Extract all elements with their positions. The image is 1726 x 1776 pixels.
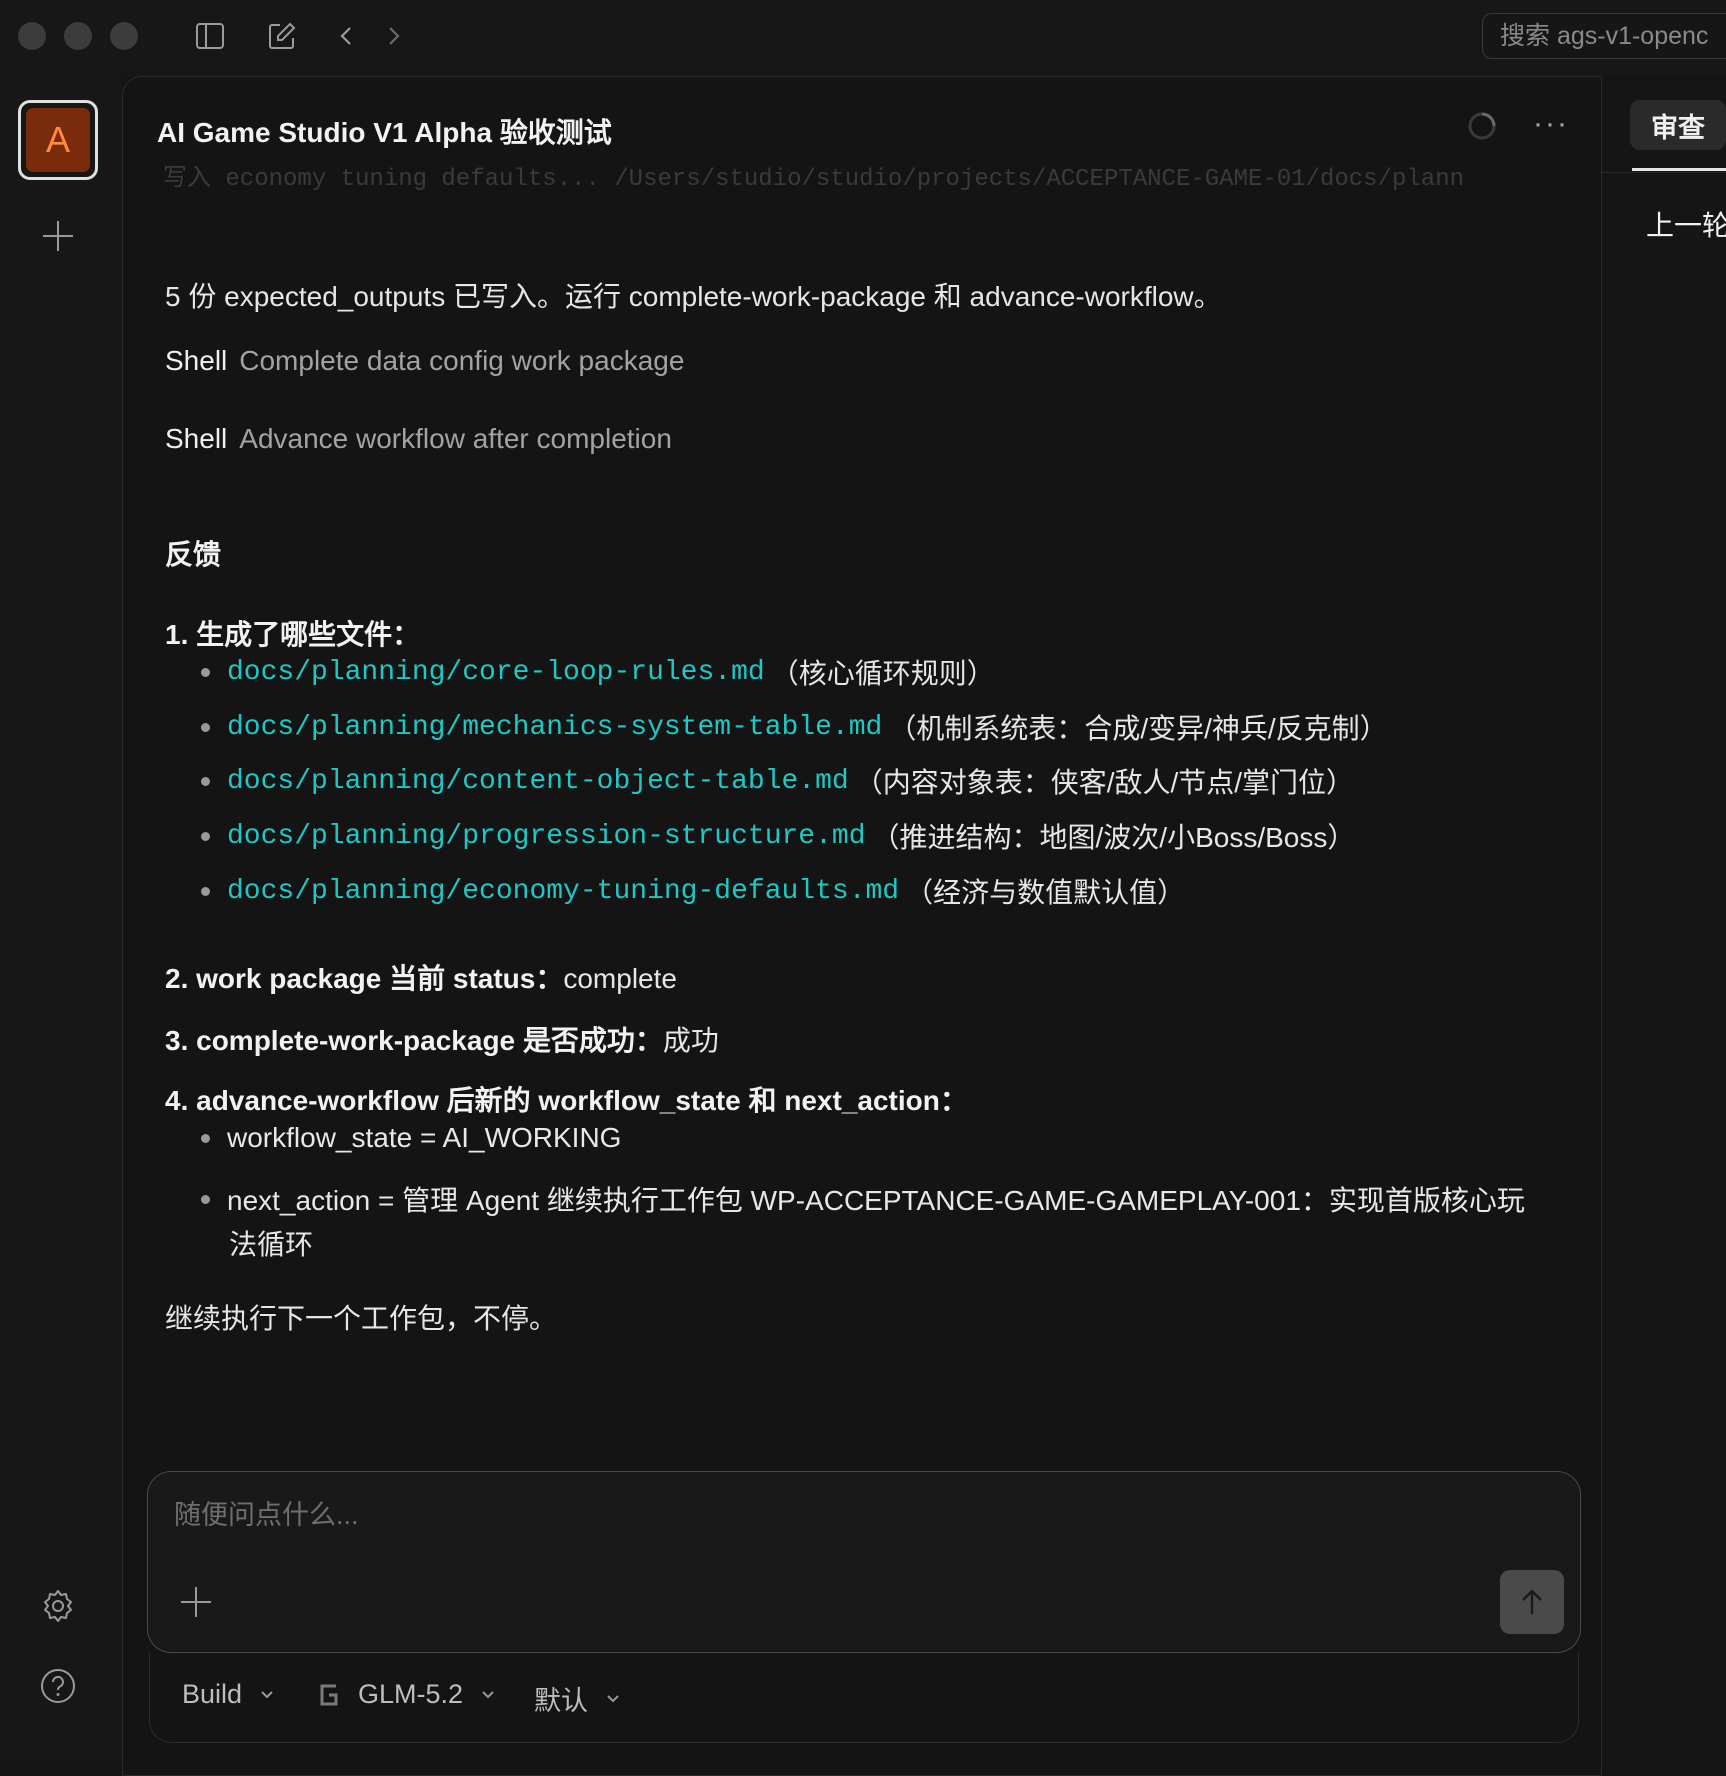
mode-label: Build	[182, 1679, 243, 1709]
settings-gear-icon[interactable]	[38, 1586, 78, 1626]
arrow-up-icon	[1522, 1589, 1542, 1614]
composer-options-bar: Build GLM-5.2 默认	[149, 1653, 1579, 1743]
bullet-dot	[201, 722, 210, 732]
question-1: 1. 生成了哪些文件：	[165, 619, 421, 650]
bullet-dot	[201, 831, 210, 841]
bullet-dot	[201, 776, 210, 786]
question-label: 3. complete-work-package 是否成功：	[165, 1025, 663, 1056]
chevron-down-icon	[482, 1690, 494, 1698]
zoom-window-button[interactable]	[110, 22, 138, 50]
chevron-down-icon	[261, 1690, 273, 1698]
bullet-dot	[201, 1194, 210, 1204]
file-note: （机制系统表：合成/变异/神兵/反克制）	[888, 713, 1388, 744]
state-text-continued: 法循环	[229, 1229, 314, 1260]
file-note: （经济与数值默认值）	[905, 877, 1186, 908]
bullet-dot	[201, 1133, 210, 1143]
variant-selector[interactable]: 默认	[534, 1679, 620, 1718]
faded-previous-line: 写入 economy tuning defaults... /Users/stu…	[163, 166, 1463, 191]
toggle-sidebar-icon[interactable]	[192, 18, 228, 54]
project-rail	[0, 76, 122, 1762]
model-selector[interactable]: GLM-5.2	[318, 1679, 495, 1710]
model-provider-icon	[320, 1684, 338, 1705]
question-4: 4. advance-workflow 后新的 workflow_state 和…	[165, 1085, 968, 1116]
message-input[interactable]	[172, 1494, 1476, 1536]
file-list-item: docs/planning/mechanics-system-table.md （…	[201, 706, 1388, 748]
file-list-item: docs/planning/economy-tuning-defaults.md…	[201, 870, 1185, 912]
back-arrow-icon[interactable]	[328, 18, 364, 54]
minimize-window-button[interactable]	[64, 22, 92, 50]
previous-round-label[interactable]: 上一轮	[1646, 204, 1726, 244]
file-list-item: docs/planning/progression-structure.md （推…	[201, 815, 1355, 857]
tab-review[interactable]: 审查	[1630, 100, 1726, 150]
status-line: 5 份 expected_outputs 已写入。运行 complete-wor…	[165, 281, 1222, 312]
question-label: 2. work package 当前 status：	[165, 963, 564, 994]
state-text: next_action = 管理 Agent 继续执行工作包 WP-ACCEPT…	[227, 1185, 1525, 1216]
conversation-panel: AI Game Studio V1 Alpha 验收测试 ··· 写入 econ…	[122, 76, 1602, 1776]
bullet-dot	[201, 886, 210, 896]
attach-plus-icon[interactable]	[178, 1584, 214, 1620]
question-2: 2. work package 当前 status：complete	[165, 957, 677, 997]
forward-arrow-icon[interactable]	[376, 18, 412, 54]
send-button[interactable]	[1500, 1570, 1564, 1634]
file-path-link[interactable]: docs/planning/mechanics-system-table.md	[227, 712, 882, 743]
file-path-link[interactable]: docs/planning/progression-structure.md	[227, 821, 866, 852]
file-path-link[interactable]: docs/planning/content-object-table.md	[227, 766, 849, 797]
help-question-icon[interactable]	[38, 1666, 78, 1706]
answer-value: complete	[563, 963, 677, 994]
feedback-heading: 反馈	[165, 539, 222, 570]
file-path-link[interactable]: docs/planning/core-loop-rules.md	[227, 657, 765, 688]
search-input[interactable]: 搜索 ags-v1-openc	[1482, 13, 1726, 59]
title-bar: 搜索 ags-v1-openc	[0, 0, 1726, 76]
variant-label: 默认	[534, 1686, 588, 1716]
question-3: 3. complete-work-package 是否成功：成功	[165, 1019, 719, 1059]
file-list-item: docs/planning/content-object-table.md （内容…	[201, 760, 1354, 802]
model-label: GLM-5.2	[358, 1679, 464, 1709]
answer-value: 成功	[662, 1025, 719, 1056]
shell-call-1[interactable]: Shell Complete data config work package	[165, 345, 684, 377]
review-panel: 审查 上一轮	[1602, 76, 1726, 1762]
file-list-item: docs/planning/core-loop-rules.md （核心循环规则）	[201, 651, 995, 693]
shell-label: Shell	[165, 345, 228, 376]
state-list-item: next_action = 管理 Agent 继续执行工作包 WP-ACCEPT…	[201, 1178, 1525, 1220]
loading-spinner-icon	[1468, 112, 1496, 140]
mode-selector[interactable]: Build	[182, 1679, 274, 1710]
closing-line: 继续执行下一个工作包，不停。	[165, 1303, 558, 1334]
shell-label: Shell	[165, 423, 228, 454]
shell-description: Complete data config work package	[239, 345, 685, 376]
more-options-icon[interactable]: ···	[1533, 107, 1569, 141]
chevron-down-icon	[607, 1694, 619, 1702]
bullet-dot	[201, 667, 210, 677]
shell-description: Advance workflow after completion	[239, 423, 672, 454]
active-tab-indicator	[1632, 168, 1726, 171]
tab-divider	[1602, 172, 1726, 173]
add-project-icon[interactable]	[38, 216, 78, 256]
project-avatar-button[interactable]: A	[18, 100, 98, 180]
new-session-edit-icon[interactable]	[264, 18, 300, 54]
state-list-item: workflow_state = AI_WORKING	[201, 1117, 621, 1159]
shell-call-2[interactable]: Shell Advance workflow after completion	[165, 423, 672, 455]
message-composer	[147, 1471, 1581, 1653]
close-window-button[interactable]	[18, 22, 46, 50]
avatar: A	[26, 108, 90, 172]
file-note: （内容对象表：侠客/敌人/节点/掌门位）	[854, 767, 1355, 798]
file-note: （推进结构：地图/波次/小Boss/Boss）	[871, 822, 1356, 853]
page-title: AI Game Studio V1 Alpha 验收测试	[157, 117, 612, 148]
file-path-link[interactable]: docs/planning/economy-tuning-defaults.md	[227, 876, 899, 907]
file-note: （核心循环规则）	[770, 658, 995, 689]
state-text: workflow_state = AI_WORKING	[227, 1122, 622, 1153]
